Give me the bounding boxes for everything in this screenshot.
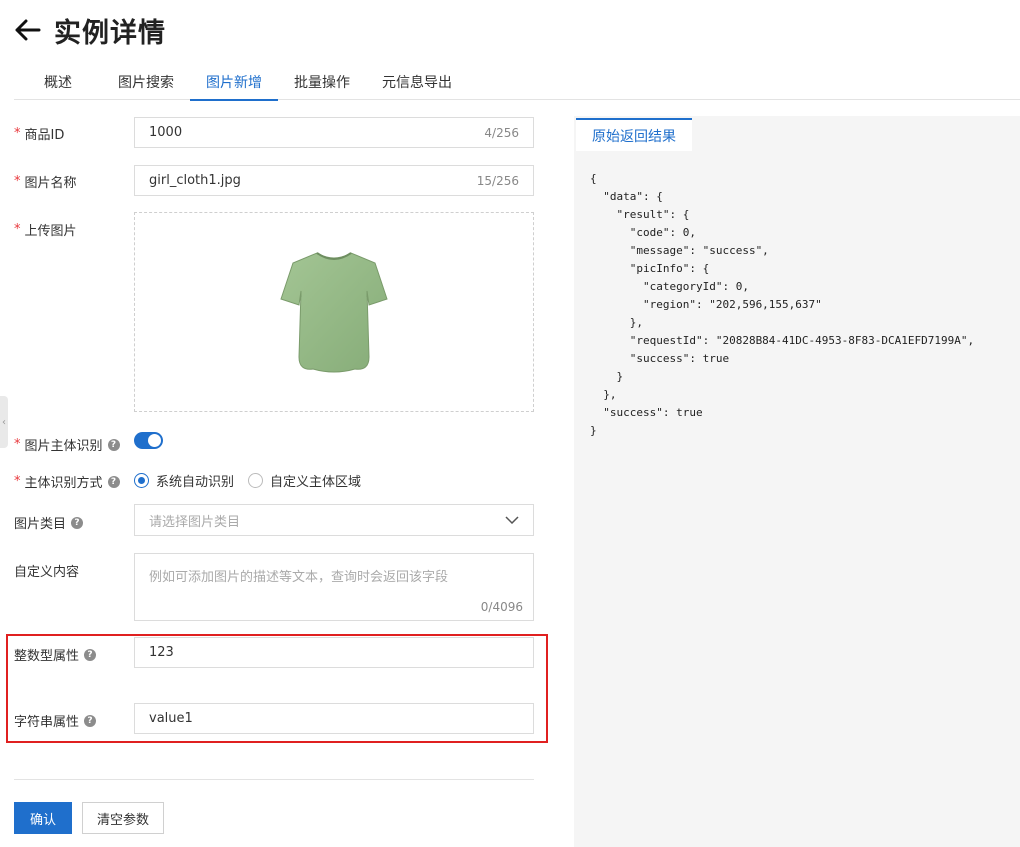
radio-checked-icon bbox=[134, 473, 149, 488]
detect-mode-radio-group: 系统自动识别 自定义主体区域 bbox=[134, 471, 375, 490]
radio-custom-region[interactable]: 自定义主体区域 bbox=[248, 471, 361, 490]
product-id-input[interactable]: 1000 4/256 bbox=[134, 117, 534, 148]
collapse-handle[interactable]: ‹ bbox=[0, 396, 8, 448]
help-icon[interactable]: ? bbox=[84, 648, 97, 661]
int-attr-label: 整数型属性 ? bbox=[14, 645, 97, 664]
help-icon[interactable]: ? bbox=[107, 475, 120, 488]
tab-overview[interactable]: 概述 bbox=[14, 66, 102, 100]
product-id-label: * 商品ID bbox=[14, 126, 65, 143]
help-icon[interactable]: ? bbox=[71, 516, 84, 529]
char-counter: 0/4096 bbox=[480, 600, 523, 614]
result-panel: 原始返回结果 { "data": { "result": { "code": 0… bbox=[574, 116, 1020, 847]
tab-image-search[interactable]: 图片搜索 bbox=[102, 66, 190, 100]
tab-raw-result[interactable]: 原始返回结果 bbox=[576, 118, 692, 151]
subject-detect-label: * 图片主体识别 ? bbox=[14, 435, 120, 454]
divider bbox=[14, 779, 534, 780]
custom-content-textarea[interactable]: 例如可添加图片的描述等文本，查询时会返回该字段 0/4096 bbox=[134, 553, 534, 621]
clear-params-button[interactable]: 清空参数 bbox=[82, 802, 164, 834]
char-counter: 4/256 bbox=[484, 125, 519, 140]
image-name-value: girl_cloth1.jpg bbox=[149, 173, 241, 188]
category-select[interactable]: 请选择图片类目 bbox=[134, 504, 534, 536]
tab-metadata-export[interactable]: 元信息导出 bbox=[366, 66, 468, 100]
tab-bar: 概述 图片搜索 图片新增 批量操作 元信息导出 bbox=[14, 66, 1020, 101]
arrow-left-icon[interactable] bbox=[14, 16, 42, 44]
json-result: { "data": { "result": { "code": 0, "mess… bbox=[590, 172, 975, 437]
image-name-label: * 图片名称 bbox=[14, 174, 77, 191]
subject-detect-toggle[interactable] bbox=[134, 432, 163, 449]
tshirt-image bbox=[280, 252, 388, 373]
help-icon[interactable]: ? bbox=[84, 714, 97, 727]
str-attr-input[interactable]: value1 bbox=[134, 703, 534, 734]
chevron-down-icon bbox=[505, 513, 519, 528]
help-icon[interactable]: ? bbox=[107, 438, 120, 451]
radio-auto-detect[interactable]: 系统自动识别 bbox=[134, 471, 234, 490]
image-name-input[interactable]: girl_cloth1.jpg 15/256 bbox=[134, 165, 534, 196]
category-label: 图片类目 ? bbox=[14, 513, 84, 532]
radio-unchecked-icon bbox=[248, 473, 264, 488]
tab-image-add[interactable]: 图片新增 bbox=[190, 66, 278, 101]
page-title: 实例详情 bbox=[54, 17, 166, 49]
upload-label: * 上传图片 bbox=[14, 222, 77, 239]
int-attr-input[interactable]: 123 bbox=[134, 637, 534, 668]
tab-batch-ops[interactable]: 批量操作 bbox=[278, 66, 366, 100]
product-id-value: 1000 bbox=[149, 125, 183, 140]
custom-content-label: 自定义内容 bbox=[14, 565, 80, 580]
char-counter: 15/256 bbox=[476, 173, 519, 188]
detect-mode-label: * 主体识别方式 ? bbox=[14, 472, 120, 491]
page-header: 实例详情 bbox=[14, 12, 166, 49]
confirm-button[interactable]: 确认 bbox=[14, 802, 72, 834]
str-attr-label: 字符串属性 ? bbox=[14, 711, 97, 730]
image-upload-area[interactable] bbox=[134, 212, 534, 412]
